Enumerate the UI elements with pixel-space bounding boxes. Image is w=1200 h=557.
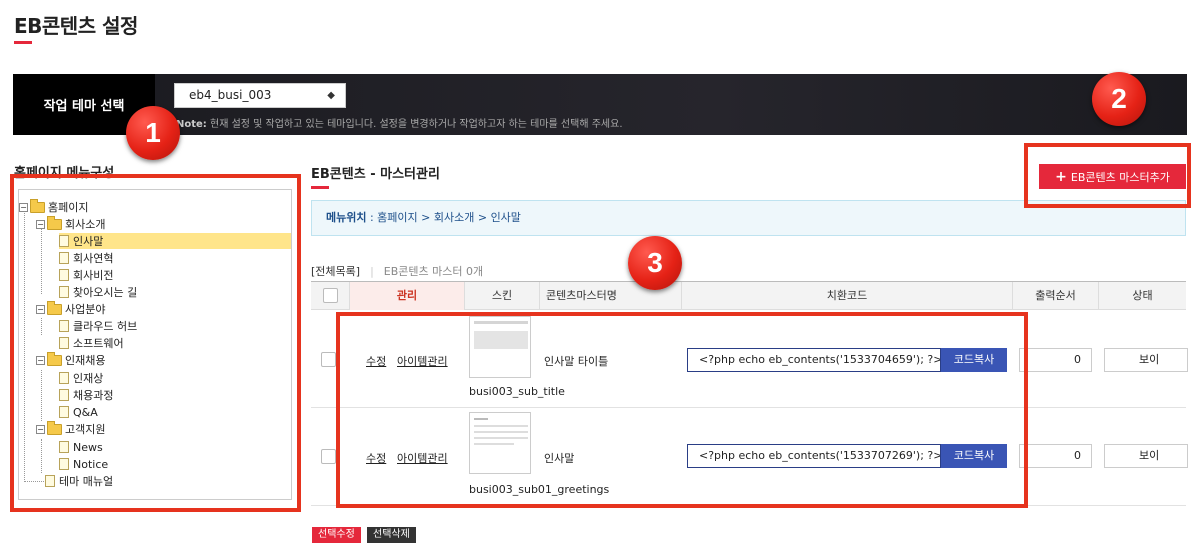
column-header-order: 출력순서 xyxy=(1012,282,1098,310)
theme-note-text: 현재 설정 및 작업하고 있는 테마입니다. 설정을 변경하거나 작업하고자 하… xyxy=(206,119,623,130)
annotation-marker-1: 1 xyxy=(126,106,180,160)
page-title: EB콘텐츠 설정 xyxy=(14,14,138,38)
status-select[interactable]: 보이 xyxy=(1104,348,1188,372)
column-header-skin: 스킨 xyxy=(464,282,539,310)
bulk-edit-button[interactable]: 선택수정 xyxy=(312,527,361,543)
menu-location-path: : 홈페이지 > 회사소개 > 인사말 xyxy=(366,211,521,224)
table-header: 관리 스킨 콘텐츠마스터명 치환코드 출력순서 상태 xyxy=(311,281,1186,310)
highlight-box-1 xyxy=(10,174,301,512)
theme-select[interactable]: eb4_busi_003 ◆ xyxy=(174,83,346,108)
theme-bar: 작업 테마 선택 eb4_busi_003 ◆ Note: 현재 설정 및 작업… xyxy=(13,74,1187,135)
order-input[interactable]: 0 xyxy=(1019,444,1092,468)
content-title: EB콘텐츠 - 마스터관리 xyxy=(311,167,440,182)
header-checkbox-cell xyxy=(311,282,349,310)
column-header-status: 상태 xyxy=(1098,282,1186,310)
tab-all[interactable]: [전체목록] xyxy=(311,263,360,279)
select-all-checkbox[interactable] xyxy=(322,288,338,303)
annotation-marker-3: 3 xyxy=(628,236,682,290)
annotation-marker-2: 2 xyxy=(1092,72,1146,126)
order-input[interactable]: 0 xyxy=(1019,348,1092,372)
theme-note-prefix: Note: xyxy=(176,119,207,130)
list-tabs: [전체목록] | EB콘텐츠 마스터 0개 xyxy=(311,263,483,279)
bulk-delete-button[interactable]: 선택삭제 xyxy=(367,527,416,543)
tab-separator: | xyxy=(370,264,374,278)
tab-count: EB콘텐츠 마스터 0개 xyxy=(383,265,484,278)
title-underline xyxy=(14,41,32,44)
content-title-underline xyxy=(311,186,329,189)
column-header-code: 치환코드 xyxy=(681,282,1012,310)
theme-select-value: eb4_busi_003 xyxy=(189,88,272,102)
status-select[interactable]: 보이 xyxy=(1104,444,1188,468)
column-header-manage: 관리 xyxy=(349,282,464,310)
row-checkbox[interactable] xyxy=(321,352,336,367)
highlight-box-2 xyxy=(1024,143,1191,208)
row-checkbox[interactable] xyxy=(321,449,336,464)
select-arrows-icon: ◆ xyxy=(327,90,335,101)
highlight-box-3 xyxy=(336,312,1028,508)
menu-location-label: 메뉴위치 xyxy=(326,211,367,224)
theme-note: Note: 현재 설정 및 작업하고 있는 테마입니다. 설정을 변경하거나 작… xyxy=(176,115,623,130)
